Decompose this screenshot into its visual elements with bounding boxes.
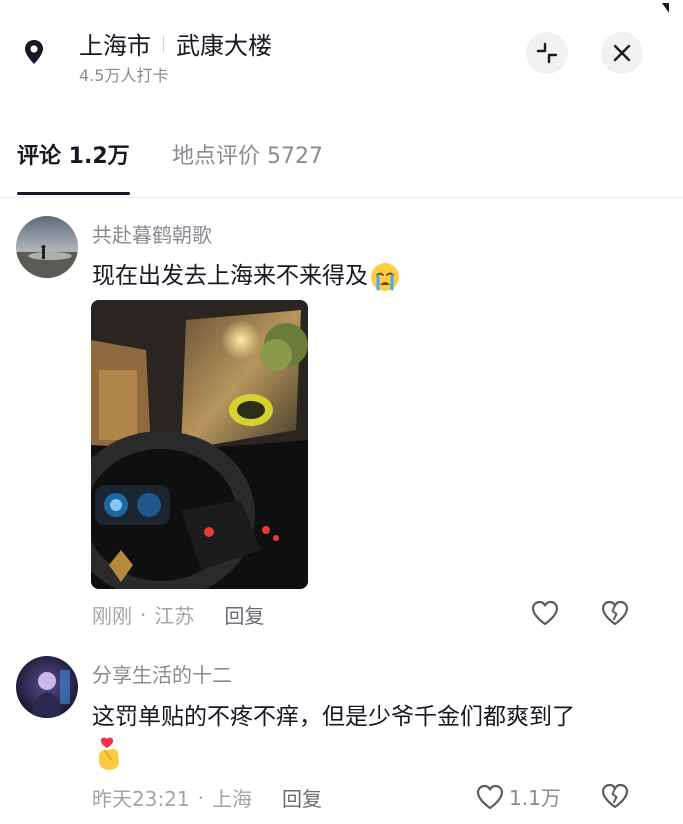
location-comments-page: 上海市 武康大楼 4.5万人打卡 评论 1.2万 地点评价 5727 共赴暮鹤朝… <box>0 0 683 824</box>
place-title[interactable]: 上海市 武康大楼 <box>79 26 272 61</box>
collapse-icon <box>536 42 558 64</box>
building-name: 武康大楼 <box>176 32 272 60</box>
comment-time: 刚刚 <box>92 604 132 628</box>
comment-username[interactable]: 共赴暮鹤朝歌 <box>92 219 212 248</box>
tab-place-reviews[interactable]: 地点评价 5727 <box>172 138 323 170</box>
broken-heart-icon <box>601 600 629 626</box>
avatar[interactable] <box>16 656 78 718</box>
meta-dot: · <box>140 602 147 627</box>
comment-location: 江苏 <box>154 604 195 628</box>
heart-outline-icon <box>531 600 559 626</box>
broken-heart-icon <box>601 783 629 809</box>
comment-photo[interactable] <box>91 300 308 589</box>
comment-time: 昨天23:21 <box>92 787 190 811</box>
meta-dot: · <box>197 785 204 810</box>
active-tab-indicator <box>17 192 130 195</box>
avatar[interactable] <box>16 216 78 278</box>
comment-meta: 昨天23:21 · 上海 回复 <box>92 783 322 812</box>
comment-location: 上海 <box>212 787 252 811</box>
like-count: 1.1万 <box>509 786 561 810</box>
comment-text: 这罚单贴的不疼不痒，但是少爷千金们都爽到了 <box>92 704 575 730</box>
close-icon <box>613 44 631 62</box>
comment-text: 现在出发去上海来不来得及 <box>92 256 400 292</box>
corner-mark-icon <box>662 3 669 13</box>
comment-username[interactable]: 分享生活的十二 <box>92 659 232 688</box>
location-header: 上海市 武康大楼 4.5万人打卡 <box>0 0 683 100</box>
city-name: 上海市 <box>79 32 151 60</box>
heart-outline-icon <box>476 784 504 809</box>
comment-tabs: 评论 1.2万 地点评价 5727 <box>0 128 683 198</box>
finger-heart-emoji <box>99 737 119 770</box>
close-button[interactable] <box>601 32 643 74</box>
crying-face-emoji <box>371 262 399 291</box>
dislike-button[interactable] <box>600 599 630 627</box>
reply-button[interactable]: 回复 <box>282 783 322 812</box>
like-button[interactable] <box>530 599 564 627</box>
tab-comments[interactable]: 评论 1.2万 <box>17 138 130 170</box>
like-button[interactable]: 1.1万 <box>475 782 561 811</box>
comment-text-content: 现在出发去上海来不来得及 <box>92 263 368 289</box>
checkin-count: 4.5万人打卡 <box>79 66 169 85</box>
collapse-button[interactable] <box>526 32 568 74</box>
location-pin-icon <box>16 34 52 70</box>
title-separator <box>163 34 164 53</box>
dislike-button[interactable] <box>600 782 630 810</box>
reply-button[interactable]: 回复 <box>224 600 264 629</box>
comment-meta: 刚刚 · 江苏 回复 <box>92 600 264 629</box>
